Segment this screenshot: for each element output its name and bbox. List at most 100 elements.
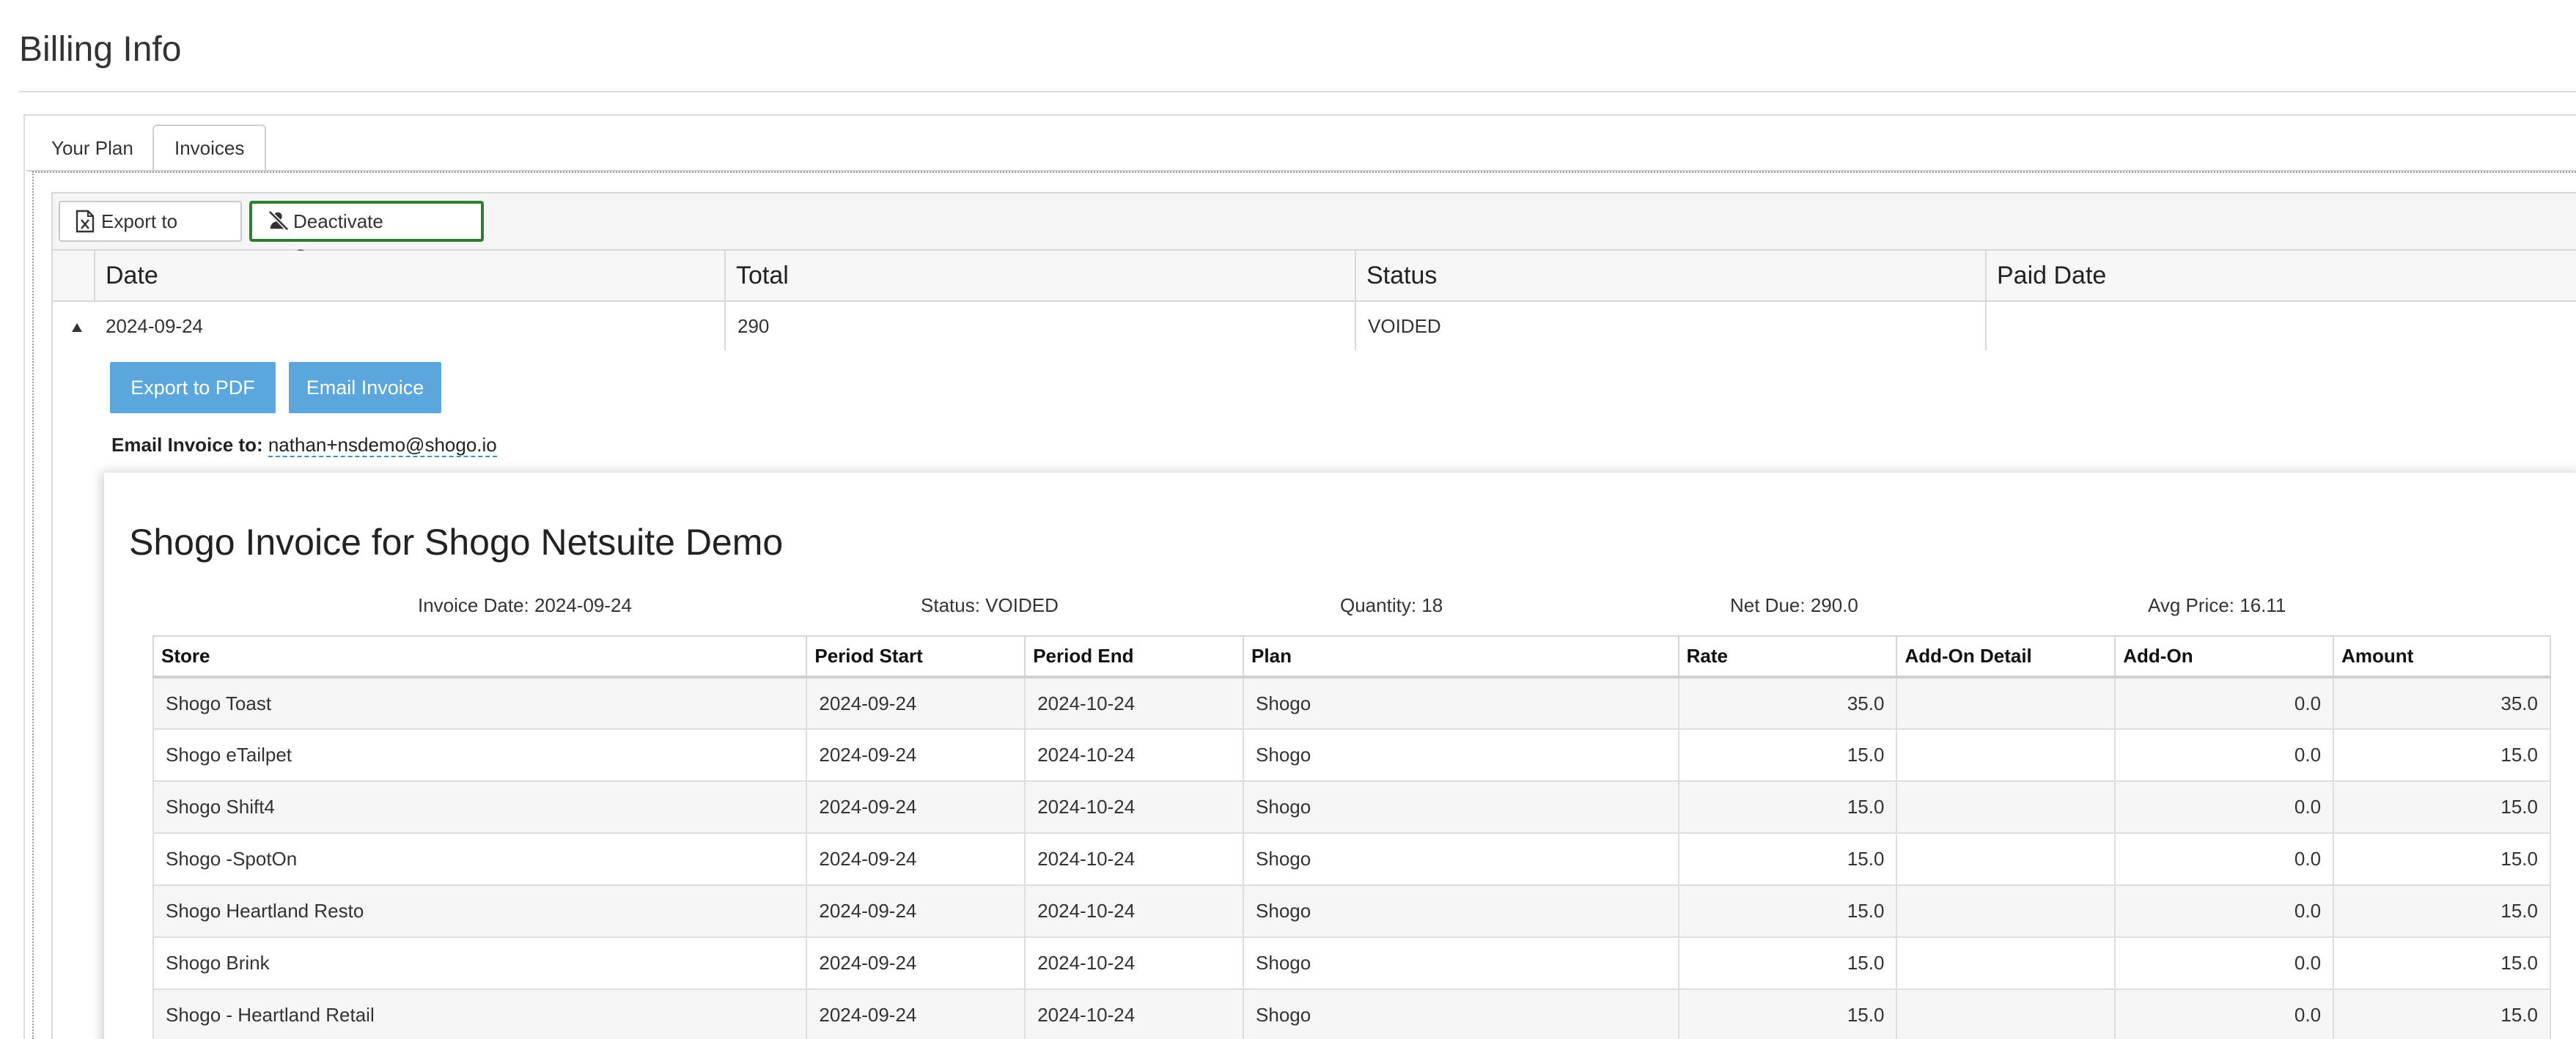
- cell-period-start: 2024-09-24: [806, 936, 1026, 990]
- tab-your-plan[interactable]: Your Plan: [29, 125, 155, 171]
- invoice-row[interactable]: 2024-09-24 290 VOIDED: [53, 302, 2576, 350]
- cell-plan: Shogo: [1243, 884, 1679, 938]
- invoice-line-items-table: Store Period Start Period End Plan Rate …: [152, 635, 2551, 1039]
- cell-store: Shogo Shift4: [152, 780, 808, 834]
- tab-invoices[interactable]: Invoices: [152, 125, 267, 171]
- cell-store: Shogo -SpotOn: [152, 832, 808, 886]
- column-header-paid-date[interactable]: Paid Date: [1985, 251, 2576, 300]
- cell-rate: 15.0: [1677, 832, 1898, 886]
- row-status: VOIDED: [1355, 302, 1985, 350]
- cell-store: Shogo Heartland Resto: [152, 884, 808, 938]
- deactivate-customer-button[interactable]: Deactivate Customer: [249, 201, 484, 267]
- col-plan: Plan: [1243, 635, 1679, 679]
- cell-addon: 0.0: [2114, 988, 2335, 1039]
- cell-period-end: 2024-10-24: [1024, 884, 1245, 938]
- col-addon: Add-On: [2114, 635, 2335, 679]
- cell-rate: 15.0: [1677, 936, 1898, 990]
- col-period-end: Period End: [1024, 635, 1245, 679]
- cell-period-start: 2024-09-24: [806, 728, 1026, 782]
- cell-plan: Shogo: [1243, 780, 1679, 834]
- email-invoice-to: Email Invoice to: nathan+nsdemo@shogo.io: [111, 434, 497, 457]
- cell-period-end: 2024-10-24: [1024, 988, 1245, 1039]
- cell-addon-detail: [1896, 832, 2116, 886]
- cell-addon-detail: [1896, 676, 2116, 730]
- invoice-quantity: Quantity: 18: [1340, 594, 1443, 616]
- invoice-card: Shogo Invoice for Shogo Netsuite Demo In…: [104, 472, 2576, 1039]
- cell-amount: 15.0: [2333, 884, 2551, 938]
- cell-rate: 15.0: [1677, 780, 1898, 834]
- cell-addon-detail: [1896, 936, 2116, 990]
- cell-amount: 35.0: [2333, 676, 2551, 730]
- page-title: Billing Info: [19, 30, 182, 69]
- expander-header-cell: [53, 251, 94, 300]
- cell-amount: 15.0: [2333, 780, 2551, 834]
- cell-addon: 0.0: [2114, 728, 2335, 782]
- invoice-status: Status: VOIDED: [921, 594, 1059, 616]
- row-paid-date: [1985, 302, 2576, 350]
- cell-period-start: 2024-09-24: [806, 676, 1026, 730]
- col-rate: Rate: [1677, 635, 1898, 679]
- cell-amount: 15.0: [2333, 728, 2551, 782]
- excel-file-icon: [76, 210, 95, 233]
- cell-addon-detail: [1896, 988, 2116, 1039]
- cell-period-end: 2024-10-24: [1024, 936, 1245, 990]
- col-amount: Amount: [2333, 635, 2551, 679]
- cell-amount: 15.0: [2333, 832, 2551, 886]
- invoices-grid: Export to Excel Deactivate Customer Date…: [51, 192, 2576, 1039]
- cell-addon: 0.0: [2114, 884, 2335, 938]
- cell-store: Shogo - Heartland Retail: [152, 988, 808, 1039]
- user-slash-icon: [268, 210, 290, 232]
- export-pdf-button[interactable]: Export to PDF: [110, 362, 276, 413]
- col-period-start: Period Start: [806, 635, 1026, 679]
- cell-addon-detail: [1896, 884, 2116, 938]
- cell-period-start: 2024-09-24: [806, 832, 1026, 886]
- email-address-field[interactable]: nathan+nsdemo@shogo.io: [268, 434, 497, 457]
- table-row: Shogo Toast 2024-09-24 2024-10-24 Shogo …: [152, 676, 2551, 730]
- export-excel-button[interactable]: Export to Excel: [59, 201, 242, 270]
- cell-plan: Shogo: [1243, 832, 1679, 886]
- table-row: Shogo -SpotOn 2024-09-24 2024-10-24 Shog…: [152, 832, 2551, 886]
- collapse-triangle-icon[interactable]: [72, 323, 82, 332]
- cell-plan: Shogo: [1243, 728, 1679, 782]
- cell-rate: 35.0: [1677, 676, 1898, 730]
- row-date: 2024-09-24: [106, 315, 203, 337]
- cell-store: Shogo Brink: [152, 936, 808, 990]
- table-row: Shogo Brink 2024-09-24 2024-10-24 Shogo …: [152, 936, 2551, 990]
- cell-rate: 15.0: [1677, 884, 1898, 938]
- cell-addon: 0.0: [2114, 780, 2335, 834]
- line-items-header: Store Period Start Period End Plan Rate …: [152, 635, 2551, 679]
- table-row: Shogo Heartland Resto 2024-09-24 2024-10…: [152, 884, 2551, 938]
- cell-amount: 15.0: [2333, 936, 2551, 990]
- column-header-date[interactable]: Date: [94, 251, 724, 300]
- cell-period-end: 2024-10-24: [1024, 832, 1245, 886]
- column-header-total[interactable]: Total: [724, 251, 1355, 300]
- cell-addon-detail: [1896, 780, 2116, 834]
- cell-addon: 0.0: [2114, 832, 2335, 886]
- col-store: Store: [152, 635, 808, 679]
- email-invoice-button[interactable]: Email Invoice: [289, 362, 441, 413]
- title-divider: [19, 91, 2576, 92]
- table-row: Shogo eTailpet 2024-09-24 2024-10-24 Sho…: [152, 728, 2551, 782]
- table-row: Shogo Shift4 2024-09-24 2024-10-24 Shogo…: [152, 780, 2551, 834]
- invoice-date: Invoice Date: 2024-09-24: [418, 594, 632, 616]
- cell-plan: Shogo: [1243, 988, 1679, 1039]
- grid-header: Date Total Status Paid Date: [53, 251, 2576, 302]
- invoice-net-due: Net Due: 290.0: [1730, 594, 1858, 616]
- cell-store: Shogo Toast: [152, 676, 808, 730]
- cell-period-end: 2024-10-24: [1024, 676, 1245, 730]
- cell-period-start: 2024-09-24: [806, 780, 1026, 834]
- cell-amount: 15.0: [2333, 988, 2551, 1039]
- email-to-label: Email Invoice to:: [111, 434, 263, 456]
- cell-rate: 15.0: [1677, 728, 1898, 782]
- cell-store: Shogo eTailpet: [152, 728, 808, 782]
- cell-addon-detail: [1896, 728, 2116, 782]
- column-header-status[interactable]: Status: [1355, 251, 1985, 300]
- col-addon-detail: Add-On Detail: [1896, 635, 2116, 679]
- table-row: Shogo - Heartland Retail 2024-09-24 2024…: [152, 988, 2551, 1039]
- cell-period-start: 2024-09-24: [806, 884, 1026, 938]
- invoice-avg-price: Avg Price: 16.11: [2148, 594, 2286, 616]
- invoice-title: Shogo Invoice for Shogo Netsuite Demo: [129, 522, 784, 563]
- cell-plan: Shogo: [1243, 936, 1679, 990]
- cell-addon: 0.0: [2114, 676, 2335, 730]
- grid-toolbar: Export to Excel Deactivate Customer: [53, 193, 2576, 270]
